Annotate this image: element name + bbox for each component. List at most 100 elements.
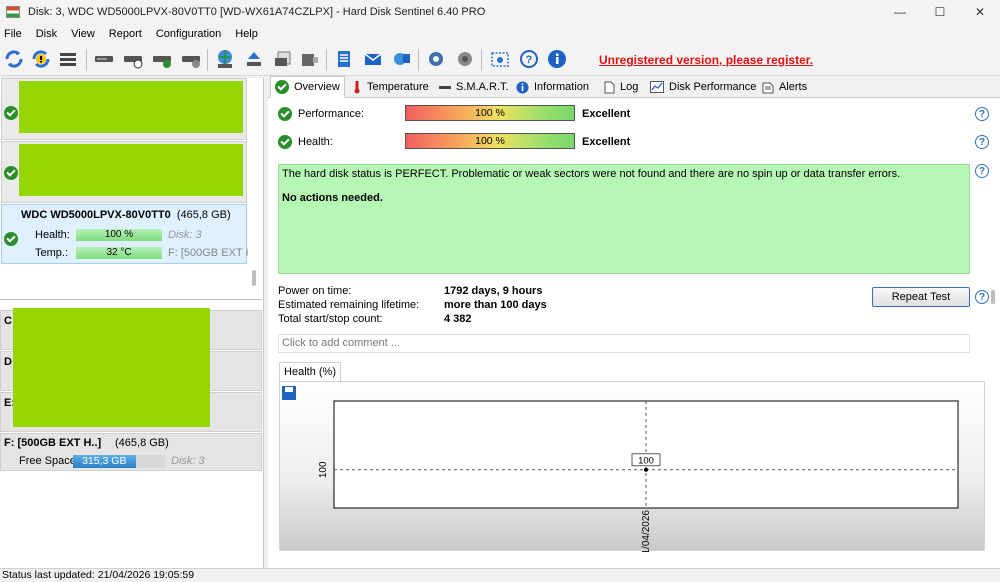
menu-configuration[interactable]: Configuration xyxy=(149,28,228,40)
thermometer-icon xyxy=(354,81,360,94)
mail-icon[interactable] xyxy=(361,47,385,71)
power-on-value: 1792 days, 9 hours xyxy=(444,285,543,297)
health-minibar: 100 % xyxy=(76,229,162,241)
toolbar-separator xyxy=(326,49,327,71)
web-report-icon[interactable] xyxy=(390,47,414,71)
sound-icon[interactable] xyxy=(453,47,477,71)
disk-number: Disk: 3 xyxy=(171,455,205,467)
tab-label: Overview xyxy=(294,81,340,93)
temp-label: Temp.: xyxy=(35,247,69,259)
redacted-partition-info xyxy=(13,308,210,427)
action-text: No actions needed. xyxy=(282,192,383,204)
disk-item-selected[interactable]: WDC WD5000LPVX-80V0TT0 (465,8 GB) Health… xyxy=(1,204,248,264)
performance-bar: 100 % xyxy=(405,105,575,121)
help-icon[interactable]: ? xyxy=(975,164,989,178)
lifetime-value: more than 100 days xyxy=(444,299,547,311)
title-bar: Disk: 3, WDC WD5000LPVX-80V0TT0 [WD-WX61… xyxy=(0,0,1000,24)
menu-file[interactable]: File xyxy=(0,28,29,40)
main-scrollbar[interactable] xyxy=(991,290,995,304)
tab-overview[interactable]: Overview xyxy=(270,76,345,98)
info-icon[interactable] xyxy=(545,47,569,71)
health-ok-icon xyxy=(278,135,292,149)
performance-ok-icon xyxy=(278,107,292,121)
free-space-bar: 315,3 GB xyxy=(73,455,136,468)
help-icon[interactable]: ? xyxy=(975,107,989,121)
toolbar: ? xyxy=(0,44,1000,76)
status-ok-icon xyxy=(4,232,18,246)
tab-disk-performance[interactable]: Disk Performance xyxy=(646,76,760,98)
overview-panel: Performance: 100 % Excellent ? Health: 1… xyxy=(268,98,1000,568)
toolbar-separator xyxy=(207,49,208,71)
tab-temperature[interactable]: Temperature xyxy=(348,76,433,98)
partition-letter: F: [500GB EXT H..] xyxy=(4,437,102,449)
help-icon[interactable]: ? xyxy=(975,135,989,149)
power-on-label: Power on time: xyxy=(278,285,352,297)
scrollbar[interactable] xyxy=(252,270,256,286)
refresh-warning-icon[interactable] xyxy=(29,47,53,71)
health-label: Health: xyxy=(35,229,70,241)
help-icon[interactable]: ? xyxy=(517,47,541,71)
usb-disk-icon[interactable] xyxy=(298,47,322,71)
health-label: Health: xyxy=(298,136,333,148)
info-icon xyxy=(516,81,529,93)
disk-header: WDC WD5000LPVX-80V0TT0 (465,8 GB) xyxy=(21,209,231,221)
screenshot-icon[interactable] xyxy=(488,47,512,71)
help-icon[interactable]: ? xyxy=(975,290,989,304)
partition-list: F: [500GB EXT HD xyxy=(168,247,248,259)
tab-smart[interactable]: S.M.A.R.T. xyxy=(435,76,513,98)
tab-alerts[interactable]: Alerts xyxy=(758,76,811,98)
save-icon-label-area xyxy=(285,387,293,392)
eject-icon[interactable] xyxy=(242,47,266,71)
gear-icon[interactable] xyxy=(424,47,448,71)
performance-rating: Excellent xyxy=(582,108,631,120)
toolbar-separator xyxy=(481,49,482,71)
tab-information[interactable]: Information xyxy=(512,76,593,98)
chart-tab-health[interactable]: Health (%) xyxy=(279,362,341,381)
network-disk-icon[interactable] xyxy=(213,47,237,71)
app-icon xyxy=(6,6,20,18)
menu-report[interactable]: Report xyxy=(102,28,149,40)
menu-help[interactable]: Help xyxy=(228,28,265,40)
disk-clock-icon[interactable] xyxy=(121,47,145,71)
tab-label: Information xyxy=(534,81,590,93)
menu-view[interactable]: View xyxy=(64,28,102,40)
check-icon xyxy=(275,80,289,94)
status-ok-icon xyxy=(4,106,18,120)
disk-stack-icon[interactable] xyxy=(271,47,295,71)
close-button[interactable]: ✕ xyxy=(960,0,1000,24)
status-text: The hard disk status is PERFECT. Problem… xyxy=(282,168,901,180)
disk-settings-icon[interactable] xyxy=(179,47,203,71)
tab-label: Log xyxy=(620,81,639,93)
refresh-icon[interactable] xyxy=(2,47,26,71)
health-bar: 100 % xyxy=(405,133,575,149)
toolbar-separator xyxy=(86,49,87,71)
disk-item[interactable] xyxy=(1,78,247,140)
report-icon[interactable] xyxy=(332,47,356,71)
health-chart-svg: 100 100 21/04/2026 xyxy=(282,386,959,552)
menu-bar: File Disk View Report Configuration Help xyxy=(0,25,1000,43)
smart-icon xyxy=(439,86,451,89)
status-box: The hard disk status is PERFECT. Problem… xyxy=(278,164,970,274)
performance-label: Performance: xyxy=(298,108,365,120)
temp-minibar: 32 °C xyxy=(76,247,162,259)
disk-icon[interactable] xyxy=(92,47,116,71)
disk-item[interactable] xyxy=(1,141,247,203)
minimize-button[interactable]: — xyxy=(880,0,920,24)
data-point xyxy=(644,467,648,472)
tab-label: Temperature xyxy=(367,81,429,93)
tab-log[interactable]: Log xyxy=(600,76,642,98)
tab-label: S.M.A.R.T. xyxy=(456,81,509,93)
disk-check-icon[interactable] xyxy=(150,47,174,71)
maximize-button[interactable]: ☐ xyxy=(920,0,960,24)
repeat-test-button[interactable]: Repeat Test xyxy=(872,287,970,307)
free-space-label: Free Space xyxy=(19,455,76,467)
comment-input[interactable]: Click to add comment ... xyxy=(278,334,970,353)
partition-item[interactable]: F: [500GB EXT H..] (465,8 GB) Free Space… xyxy=(0,433,262,471)
window-title: Disk: 3, WDC WD5000LPVX-80V0TT0 [WD-WX61… xyxy=(28,6,486,18)
register-link[interactable]: Unregistered version, please register. xyxy=(599,53,813,67)
alerts-icon xyxy=(762,82,774,93)
disk-list-icon[interactable] xyxy=(56,47,80,71)
partition-list-panel: C: D: E: F: [500GB EXT H..] (465,8 GB) F… xyxy=(0,306,262,568)
svg-text:?: ? xyxy=(526,54,533,66)
menu-disk[interactable]: Disk xyxy=(29,28,64,40)
